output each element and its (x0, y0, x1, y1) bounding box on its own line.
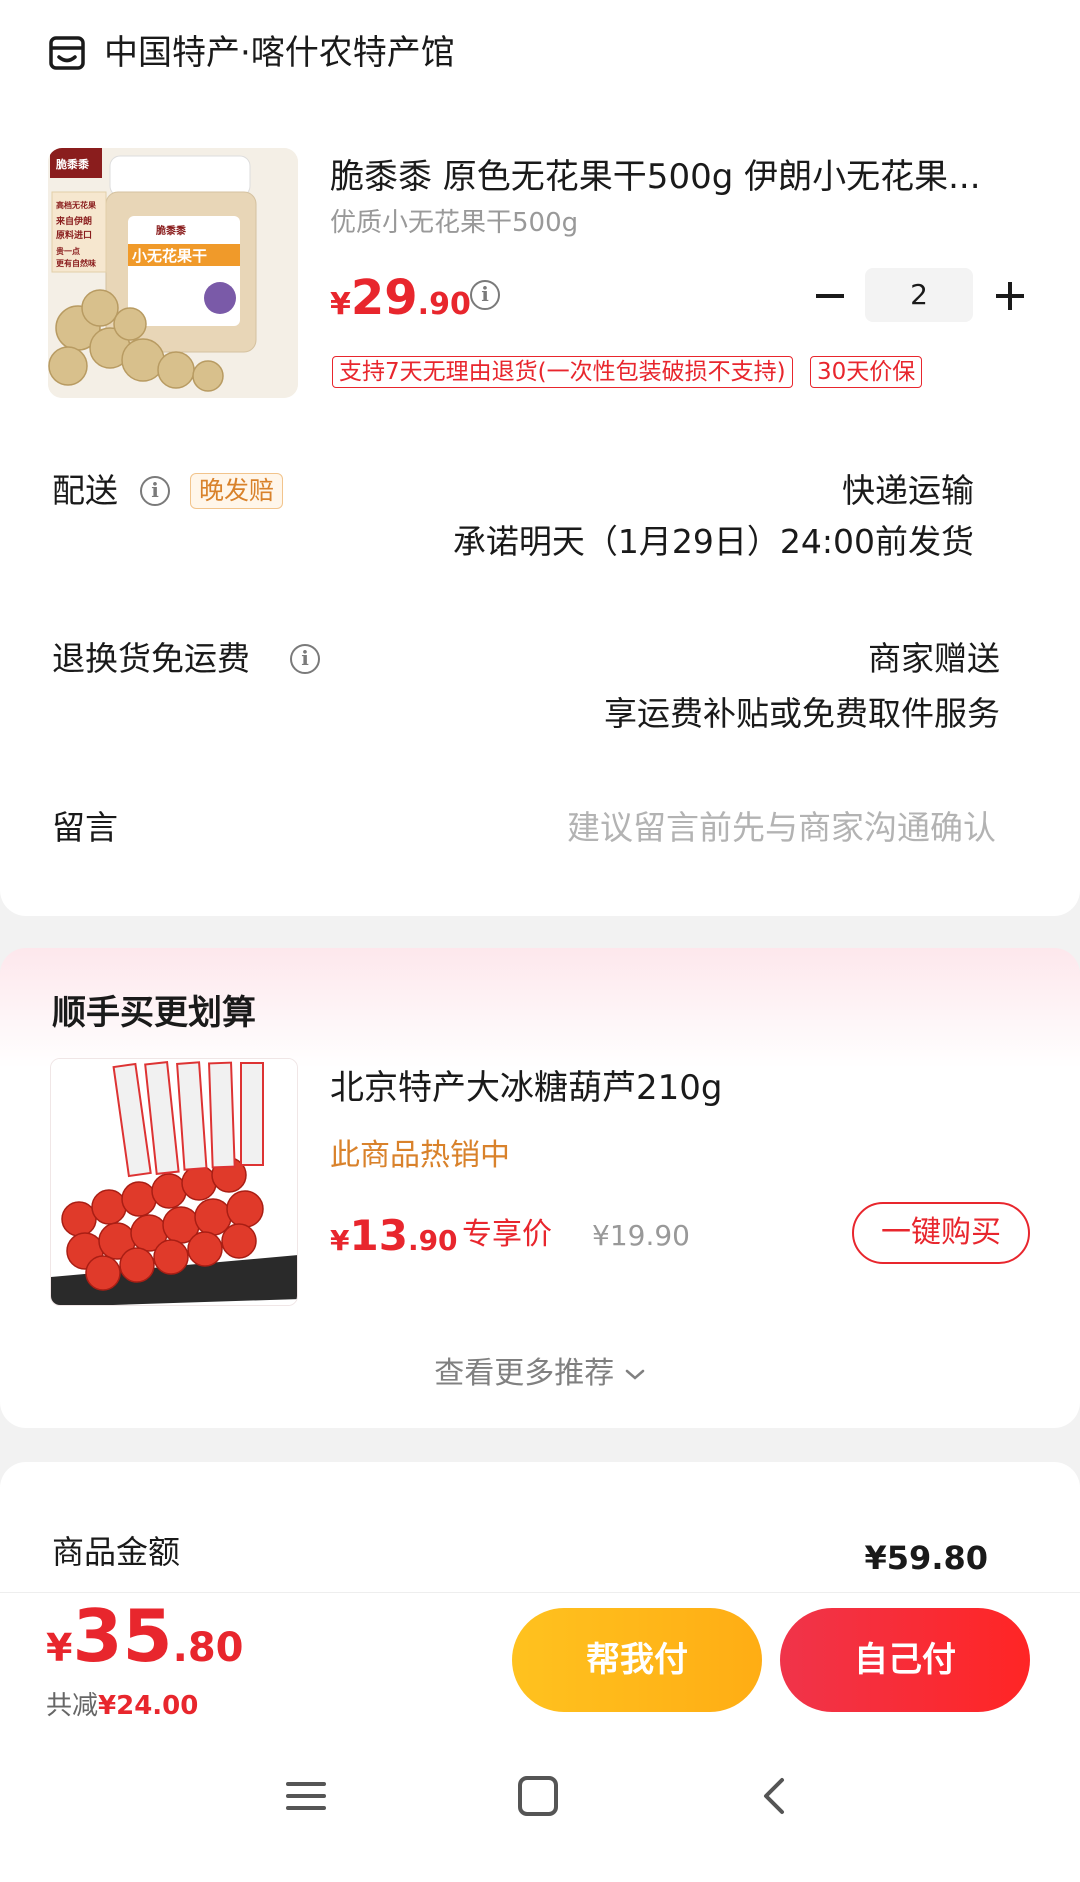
recommend-price: ¥13.90 (330, 1211, 458, 1260)
delivery-method[interactable]: 快递运输 (600, 469, 974, 513)
recommend-product-image[interactable] (50, 1058, 298, 1306)
chevron-down-icon (625, 1369, 645, 1380)
return-shipping-desc: 享运费补贴或免费取件服务 (604, 694, 1000, 733)
quantity-value[interactable]: 2 (865, 268, 973, 322)
delivery-info-icon[interactable]: i (140, 476, 170, 506)
help-me-pay-button[interactable]: 帮我付 (512, 1608, 762, 1712)
shop-name[interactable]: 中国特产·喀什农特产馆 (104, 30, 455, 76)
exclusive-price-label: 专享价 (462, 1217, 552, 1252)
home-icon[interactable] (518, 1776, 558, 1816)
late-delivery-badge[interactable]: 晚发赔 (190, 473, 284, 509)
recommend-product-name[interactable]: 北京特产大冰糖葫芦210g (330, 1065, 722, 1111)
svg-text:来自伊朗: 来自伊朗 (55, 215, 92, 227)
goods-amount-value: ¥59.80 (864, 1539, 988, 1577)
message-input[interactable]: 建议留言前先与商家沟通确认 (460, 806, 996, 850)
price-protection-tag: 30天价保 (810, 356, 923, 388)
quantity-increase-button[interactable] (990, 276, 1030, 316)
one-click-buy-button[interactable]: 一键购买 (852, 1202, 1030, 1264)
svg-text:高档无花果: 高档无花果 (56, 200, 96, 210)
svg-text:原料进口: 原料进口 (56, 229, 92, 241)
return-policy-tag: 支持7天无理由退货(一次性包装破损不支持) (332, 356, 793, 388)
total-discount[interactable]: 共减¥24.00 (46, 1688, 198, 1724)
pay-myself-button[interactable]: 自己付 (780, 1608, 1030, 1712)
message-label: 留言 (52, 808, 118, 847)
delivery-promise: 承诺明天（1月29日）24:00前发货 (452, 522, 974, 561)
svg-text:贵一点: 贵一点 (56, 246, 80, 256)
see-more-label: 查看更多推荐 (434, 1356, 615, 1391)
product-title[interactable]: 脆黍黍 原色无花果干500g 伊朗小无花果... (330, 154, 1030, 200)
original-price: ¥19.90 (592, 1219, 690, 1252)
product-spec[interactable]: 优质小无花果干500g (330, 205, 578, 241)
product-image-label: 小无花果干 (132, 247, 207, 265)
recommend-hot-label: 此商品热销中 (330, 1138, 510, 1173)
recommend-title: 顺手买更划算 (52, 993, 256, 1033)
order-card: 中国特产·喀什农特产馆 脆黍黍 高档无花果 来自伊朗 原料进口 贵一点 更有自然… (0, 0, 1080, 916)
return-shipping-label: 退换货免运费 (52, 639, 250, 678)
price-info-icon[interactable]: i (470, 280, 500, 310)
see-more-recommend-button[interactable]: 查看更多推荐 (0, 1352, 1080, 1396)
return-shipping-value: 商家赠送 (868, 639, 1000, 678)
return-shipping-info-icon[interactable]: i (290, 644, 320, 674)
product-price: ¥29.90 (330, 270, 471, 326)
quantity-decrease-button[interactable] (810, 276, 850, 316)
svg-text:脆黍黍: 脆黍黍 (155, 224, 187, 237)
product-image-brand: 脆黍黍 (55, 157, 90, 171)
shop-icon (49, 36, 85, 70)
recent-apps-icon[interactable] (286, 1778, 326, 1814)
back-icon[interactable] (756, 1776, 792, 1816)
goods-amount-label: 商品金额 (52, 1533, 181, 1571)
total-price: ¥35.80 (46, 1594, 244, 1678)
delivery-label: 配送 (52, 471, 118, 510)
product-image[interactable]: 脆黍黍 高档无花果 来自伊朗 原料进口 贵一点 更有自然味 小无花果干 脆黍黍 (48, 148, 298, 398)
svg-text:更有自然味: 更有自然味 (56, 258, 96, 268)
